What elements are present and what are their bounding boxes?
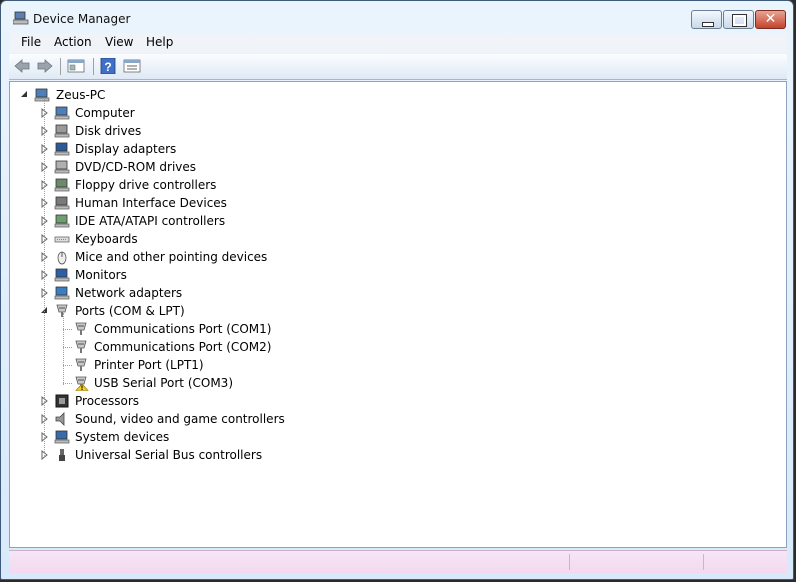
tree-item-label: System devices xyxy=(75,430,170,444)
port-warning-icon: ! xyxy=(75,376,89,391)
usb-icon xyxy=(59,449,65,461)
tree-connector xyxy=(63,365,72,366)
menu-action[interactable]: Action xyxy=(54,35,92,49)
properties-icon[interactable] xyxy=(123,58,141,74)
tree-item-category[interactable]: Network adapters xyxy=(10,284,770,302)
system-device-icon xyxy=(54,430,70,444)
tree-item-label: DVD/CD-ROM drives xyxy=(75,160,197,174)
title-bar[interactable]: Device Manager ✕ xyxy=(1,1,793,31)
tree-item-device[interactable]: Communications Port (COM2) xyxy=(10,338,770,356)
tree-item-label: Processors xyxy=(75,394,140,408)
tree-item-label: Universal Serial Bus controllers xyxy=(75,448,263,462)
keyboard-icon xyxy=(54,236,70,243)
tree-item-category[interactable]: DVD/CD-ROM drives xyxy=(10,158,770,176)
show-hide-console-tree-icon[interactable] xyxy=(67,58,85,74)
tree-item-label: Display adapters xyxy=(75,142,177,156)
tree-item-category[interactable]: IDE ATA/ATAPI controllers xyxy=(10,212,770,230)
back-arrow-icon[interactable] xyxy=(13,58,31,74)
mouse-icon xyxy=(57,251,67,265)
device-tree[interactable]: Zeus-PC Computer Disk drives Display adapte… xyxy=(9,81,787,548)
port-icon xyxy=(75,340,87,353)
toolbar-separator xyxy=(60,58,61,75)
menu-view[interactable]: View xyxy=(105,35,133,49)
tree-item-label: Monitors xyxy=(75,268,127,282)
tree-item-label: Zeus-PC xyxy=(56,88,106,102)
tree-item-category[interactable]: System devices xyxy=(10,428,770,446)
tree-connector xyxy=(63,329,72,330)
tree-item-label: IDE ATA/ATAPI controllers xyxy=(75,214,226,228)
window-title: Device Manager xyxy=(33,12,131,26)
tree-item-device[interactable]: Printer Port (LPT1) xyxy=(10,356,770,374)
tree-item-label: Sound, video and game controllers xyxy=(75,412,285,426)
status-divider xyxy=(569,554,570,570)
tree-item-label: Network adapters xyxy=(75,286,183,300)
tree-item-label: Communications Port (COM1) xyxy=(94,322,272,336)
device-manager-icon xyxy=(13,11,29,25)
tree-item-label: Human Interface Devices xyxy=(75,196,227,210)
tree-item-category[interactable]: Human Interface Devices xyxy=(10,194,770,212)
monitor-icon xyxy=(54,268,70,282)
tree-item-device[interactable]: Communications Port (COM1) xyxy=(10,320,770,338)
tree-item-category[interactable]: Monitors xyxy=(10,266,770,284)
tree-item-category[interactable]: Ports (COM & LPT) xyxy=(10,302,770,320)
tree-item-label: Computer xyxy=(75,106,135,120)
collapse-arrow-icon[interactable] xyxy=(20,90,28,100)
tree-connector xyxy=(63,347,72,348)
close-button[interactable]: ✕ xyxy=(755,10,786,29)
floppy-controller-icon xyxy=(54,178,70,192)
hid-icon xyxy=(54,196,70,210)
network-adapter-icon xyxy=(54,286,70,300)
maximize-button[interactable] xyxy=(723,10,754,29)
tree-item-label: Ports (COM & LPT) xyxy=(75,304,185,318)
dvd-drive-icon xyxy=(54,160,70,174)
tree-item-category[interactable]: Disk drives xyxy=(10,122,770,140)
speaker-icon xyxy=(55,412,65,426)
tree-item-category[interactable]: Floppy drive controllers xyxy=(10,176,770,194)
toolbar: ? xyxy=(9,54,787,80)
tree-item-category[interactable]: Sound, video and game controllers xyxy=(10,410,770,428)
computer-icon xyxy=(54,106,70,120)
tree-connector xyxy=(63,383,72,384)
tree-item-label: Floppy drive controllers xyxy=(75,178,217,192)
menu-file[interactable]: File xyxy=(21,35,41,49)
processor-icon xyxy=(55,394,69,408)
tree-item-category[interactable]: Processors xyxy=(10,392,770,410)
port-icon xyxy=(56,304,68,317)
menu-bar: File Action View Help xyxy=(9,33,787,53)
close-icon: ✕ xyxy=(764,11,777,27)
port-icon xyxy=(75,322,87,335)
computer-network-icon xyxy=(34,88,50,102)
tree-item-label: Printer Port (LPT1) xyxy=(94,358,204,372)
tree-item-category[interactable]: Computer xyxy=(10,104,770,122)
tree-item-category[interactable]: Keyboards xyxy=(10,230,770,248)
tree-item-device[interactable]: ! USB Serial Port (COM3) xyxy=(10,374,770,392)
display-adapter-icon xyxy=(54,142,70,156)
tree-item-label: Communications Port (COM2) xyxy=(94,340,272,354)
tree-connector xyxy=(44,98,45,458)
tree-root-zeus-pc[interactable]: Zeus-PC xyxy=(10,86,770,104)
status-bar xyxy=(9,550,787,573)
tree-connector xyxy=(63,313,64,385)
menu-help[interactable]: Help xyxy=(146,35,173,49)
forward-arrow-icon[interactable] xyxy=(36,58,54,74)
disk-drive-icon xyxy=(54,124,70,138)
tree-item-category[interactable]: Mice and other pointing devices xyxy=(10,248,770,266)
port-icon xyxy=(75,358,87,371)
tree-item-label: Keyboards xyxy=(75,232,138,246)
tree-item-label: USB Serial Port (COM3) xyxy=(94,376,233,390)
tree-item-category[interactable]: Universal Serial Bus controllers xyxy=(10,446,770,464)
ide-controller-icon xyxy=(54,214,70,228)
toolbar-separator xyxy=(93,58,94,75)
tree-item-label: Mice and other pointing devices xyxy=(75,250,268,264)
tree-item-category[interactable]: Display adapters xyxy=(10,140,770,158)
device-manager-window: Device Manager ✕ File Action View Help ? xyxy=(0,0,794,580)
svg-text:!: ! xyxy=(81,385,84,391)
minimize-button[interactable] xyxy=(691,10,722,29)
svg-text:?: ? xyxy=(104,60,111,74)
status-divider xyxy=(703,554,704,570)
tree-item-label: Disk drives xyxy=(75,124,142,138)
help-icon[interactable]: ? xyxy=(99,58,117,74)
